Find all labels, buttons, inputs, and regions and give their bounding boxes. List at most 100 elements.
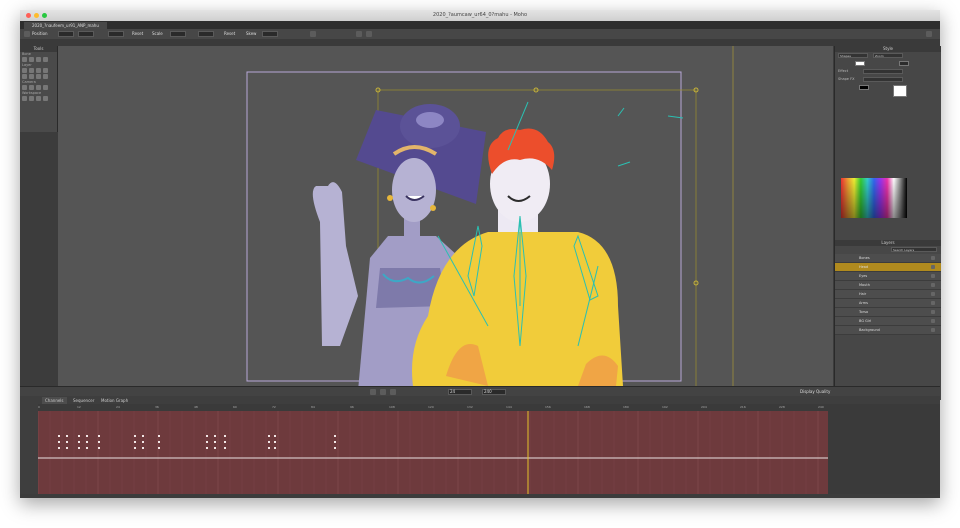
checkbox-icon[interactable] bbox=[931, 319, 935, 323]
reset-scale-label[interactable]: Reset bbox=[224, 31, 235, 37]
display-quality-label[interactable]: Display Quality bbox=[800, 389, 830, 395]
tab-sequencer[interactable]: Sequencer bbox=[70, 397, 97, 404]
keyframe-marker[interactable] bbox=[86, 441, 88, 443]
text-icon[interactable] bbox=[36, 74, 41, 79]
zoom-icon[interactable] bbox=[29, 96, 34, 101]
eyedropper-icon[interactable] bbox=[22, 74, 27, 79]
rotate-bone-icon[interactable] bbox=[43, 57, 48, 62]
keyframe-marker[interactable] bbox=[78, 441, 80, 443]
keyframe-marker[interactable] bbox=[268, 441, 270, 443]
eye-icon[interactable] bbox=[838, 265, 843, 269]
transform-layer-icon[interactable] bbox=[22, 68, 27, 73]
select-bone-icon[interactable] bbox=[22, 57, 27, 62]
keyframe-marker[interactable] bbox=[98, 435, 100, 437]
keyframe-marker[interactable] bbox=[214, 447, 216, 449]
pencil-icon[interactable] bbox=[29, 74, 34, 79]
keyframe-marker[interactable] bbox=[66, 441, 68, 443]
keyframe-marker[interactable] bbox=[268, 435, 270, 437]
play-icon[interactable] bbox=[380, 389, 386, 395]
keyframe-marker[interactable] bbox=[206, 447, 208, 449]
eye-icon[interactable] bbox=[838, 319, 843, 323]
keyframe-marker[interactable] bbox=[78, 447, 80, 449]
keyframe-marker[interactable] bbox=[134, 441, 136, 443]
keyframe-marker[interactable] bbox=[214, 435, 216, 437]
shape-fx-dropdown[interactable] bbox=[863, 77, 903, 82]
timeline-channels[interactable] bbox=[37, 411, 828, 494]
scale-bone-icon[interactable] bbox=[36, 57, 41, 62]
keyframe-marker[interactable] bbox=[66, 447, 68, 449]
keyframe-marker[interactable] bbox=[268, 447, 270, 449]
keyframe-marker[interactable] bbox=[142, 441, 144, 443]
keyframe-marker[interactable] bbox=[224, 441, 226, 443]
timeline-ruler[interactable]: 0 12 24 36 48 60 72 84 96 108 120 132 144 156 168 180 19… bbox=[38, 404, 828, 411]
keyframe-marker[interactable] bbox=[66, 435, 68, 437]
line-color-swatch[interactable] bbox=[859, 85, 869, 90]
brush-icon[interactable] bbox=[43, 74, 48, 79]
layer-row[interactable]: Bones bbox=[835, 254, 941, 263]
keyframe-marker[interactable] bbox=[58, 435, 60, 437]
transform-icon[interactable] bbox=[24, 31, 30, 37]
end-frame-field[interactable]: 240 bbox=[482, 389, 506, 395]
skew-field[interactable] bbox=[262, 31, 278, 37]
stroke-swatch[interactable] bbox=[899, 61, 909, 66]
canvas-stage[interactable] bbox=[58, 46, 833, 386]
layer-row[interactable]: Mouth bbox=[835, 281, 941, 290]
keyframe-marker[interactable] bbox=[134, 435, 136, 437]
layer-row[interactable]: Eyes bbox=[835, 272, 941, 281]
keyframe-marker[interactable] bbox=[142, 447, 144, 449]
keyframe-marker[interactable] bbox=[224, 447, 226, 449]
play-forward-icon[interactable] bbox=[390, 389, 396, 395]
translate-bone-icon[interactable] bbox=[29, 57, 34, 62]
checkbox-icon[interactable] bbox=[931, 292, 935, 296]
keyframe-marker[interactable] bbox=[142, 435, 144, 437]
keyframe-marker[interactable] bbox=[224, 435, 226, 437]
camera-zoom-icon[interactable] bbox=[29, 85, 34, 90]
layers-search-input[interactable]: Search Layers bbox=[891, 247, 937, 252]
camera-roll-icon[interactable] bbox=[36, 85, 41, 90]
zoom-dropdown[interactable]: Zoom bbox=[873, 53, 903, 58]
layer-row[interactable]: Torso bbox=[835, 308, 941, 317]
camera-track-icon[interactable] bbox=[22, 85, 27, 90]
keyframe-marker[interactable] bbox=[158, 435, 160, 437]
reset-label[interactable]: Reset bbox=[132, 31, 143, 37]
keyframe-marker[interactable] bbox=[274, 447, 276, 449]
layer-row[interactable]: BG Girl bbox=[835, 317, 941, 326]
checkbox-icon[interactable] bbox=[931, 283, 935, 287]
keyframe-marker[interactable] bbox=[274, 441, 276, 443]
align-icon[interactable] bbox=[366, 31, 372, 37]
checkbox-icon[interactable] bbox=[931, 310, 935, 314]
keyframe-marker[interactable] bbox=[98, 441, 100, 443]
keyframe-marker[interactable] bbox=[134, 447, 136, 449]
keyframe-marker[interactable] bbox=[86, 435, 88, 437]
position-z-field[interactable] bbox=[108, 31, 124, 37]
keyframe-marker[interactable] bbox=[86, 447, 88, 449]
position-y-field[interactable] bbox=[78, 31, 94, 37]
keyframe-marker[interactable] bbox=[98, 447, 100, 449]
panel-menu-icon[interactable] bbox=[926, 31, 932, 37]
checkbox-icon[interactable] bbox=[931, 256, 935, 260]
move-icon[interactable] bbox=[29, 68, 34, 73]
current-frame-field[interactable]: 24 bbox=[448, 389, 472, 395]
lock-icon[interactable] bbox=[356, 31, 362, 37]
layer-row[interactable]: Arms bbox=[835, 299, 941, 308]
keyframe-marker[interactable] bbox=[78, 435, 80, 437]
position-x-field[interactable] bbox=[58, 31, 74, 37]
layer-row-selected[interactable]: Head bbox=[835, 263, 941, 272]
layer-row[interactable]: Hair bbox=[835, 290, 941, 299]
flip-layer-icon[interactable] bbox=[43, 68, 48, 73]
keyframe-marker[interactable] bbox=[158, 441, 160, 443]
keyframe-marker[interactable] bbox=[274, 435, 276, 437]
keyframe-marker[interactable] bbox=[206, 435, 208, 437]
keyframe-marker[interactable] bbox=[214, 441, 216, 443]
keyframe-marker[interactable] bbox=[206, 441, 208, 443]
keyframe-marker[interactable] bbox=[334, 435, 336, 437]
keyframe-marker[interactable] bbox=[334, 441, 336, 443]
checkbox-icon[interactable] bbox=[931, 274, 935, 278]
rotate-view-icon[interactable] bbox=[36, 96, 41, 101]
eye-icon[interactable] bbox=[838, 328, 843, 332]
flip-icon[interactable] bbox=[310, 31, 316, 37]
play-backward-icon[interactable] bbox=[370, 389, 376, 395]
eye-icon[interactable] bbox=[838, 256, 843, 260]
camera-pan-icon[interactable] bbox=[43, 85, 48, 90]
scale-y-field[interactable] bbox=[198, 31, 214, 37]
